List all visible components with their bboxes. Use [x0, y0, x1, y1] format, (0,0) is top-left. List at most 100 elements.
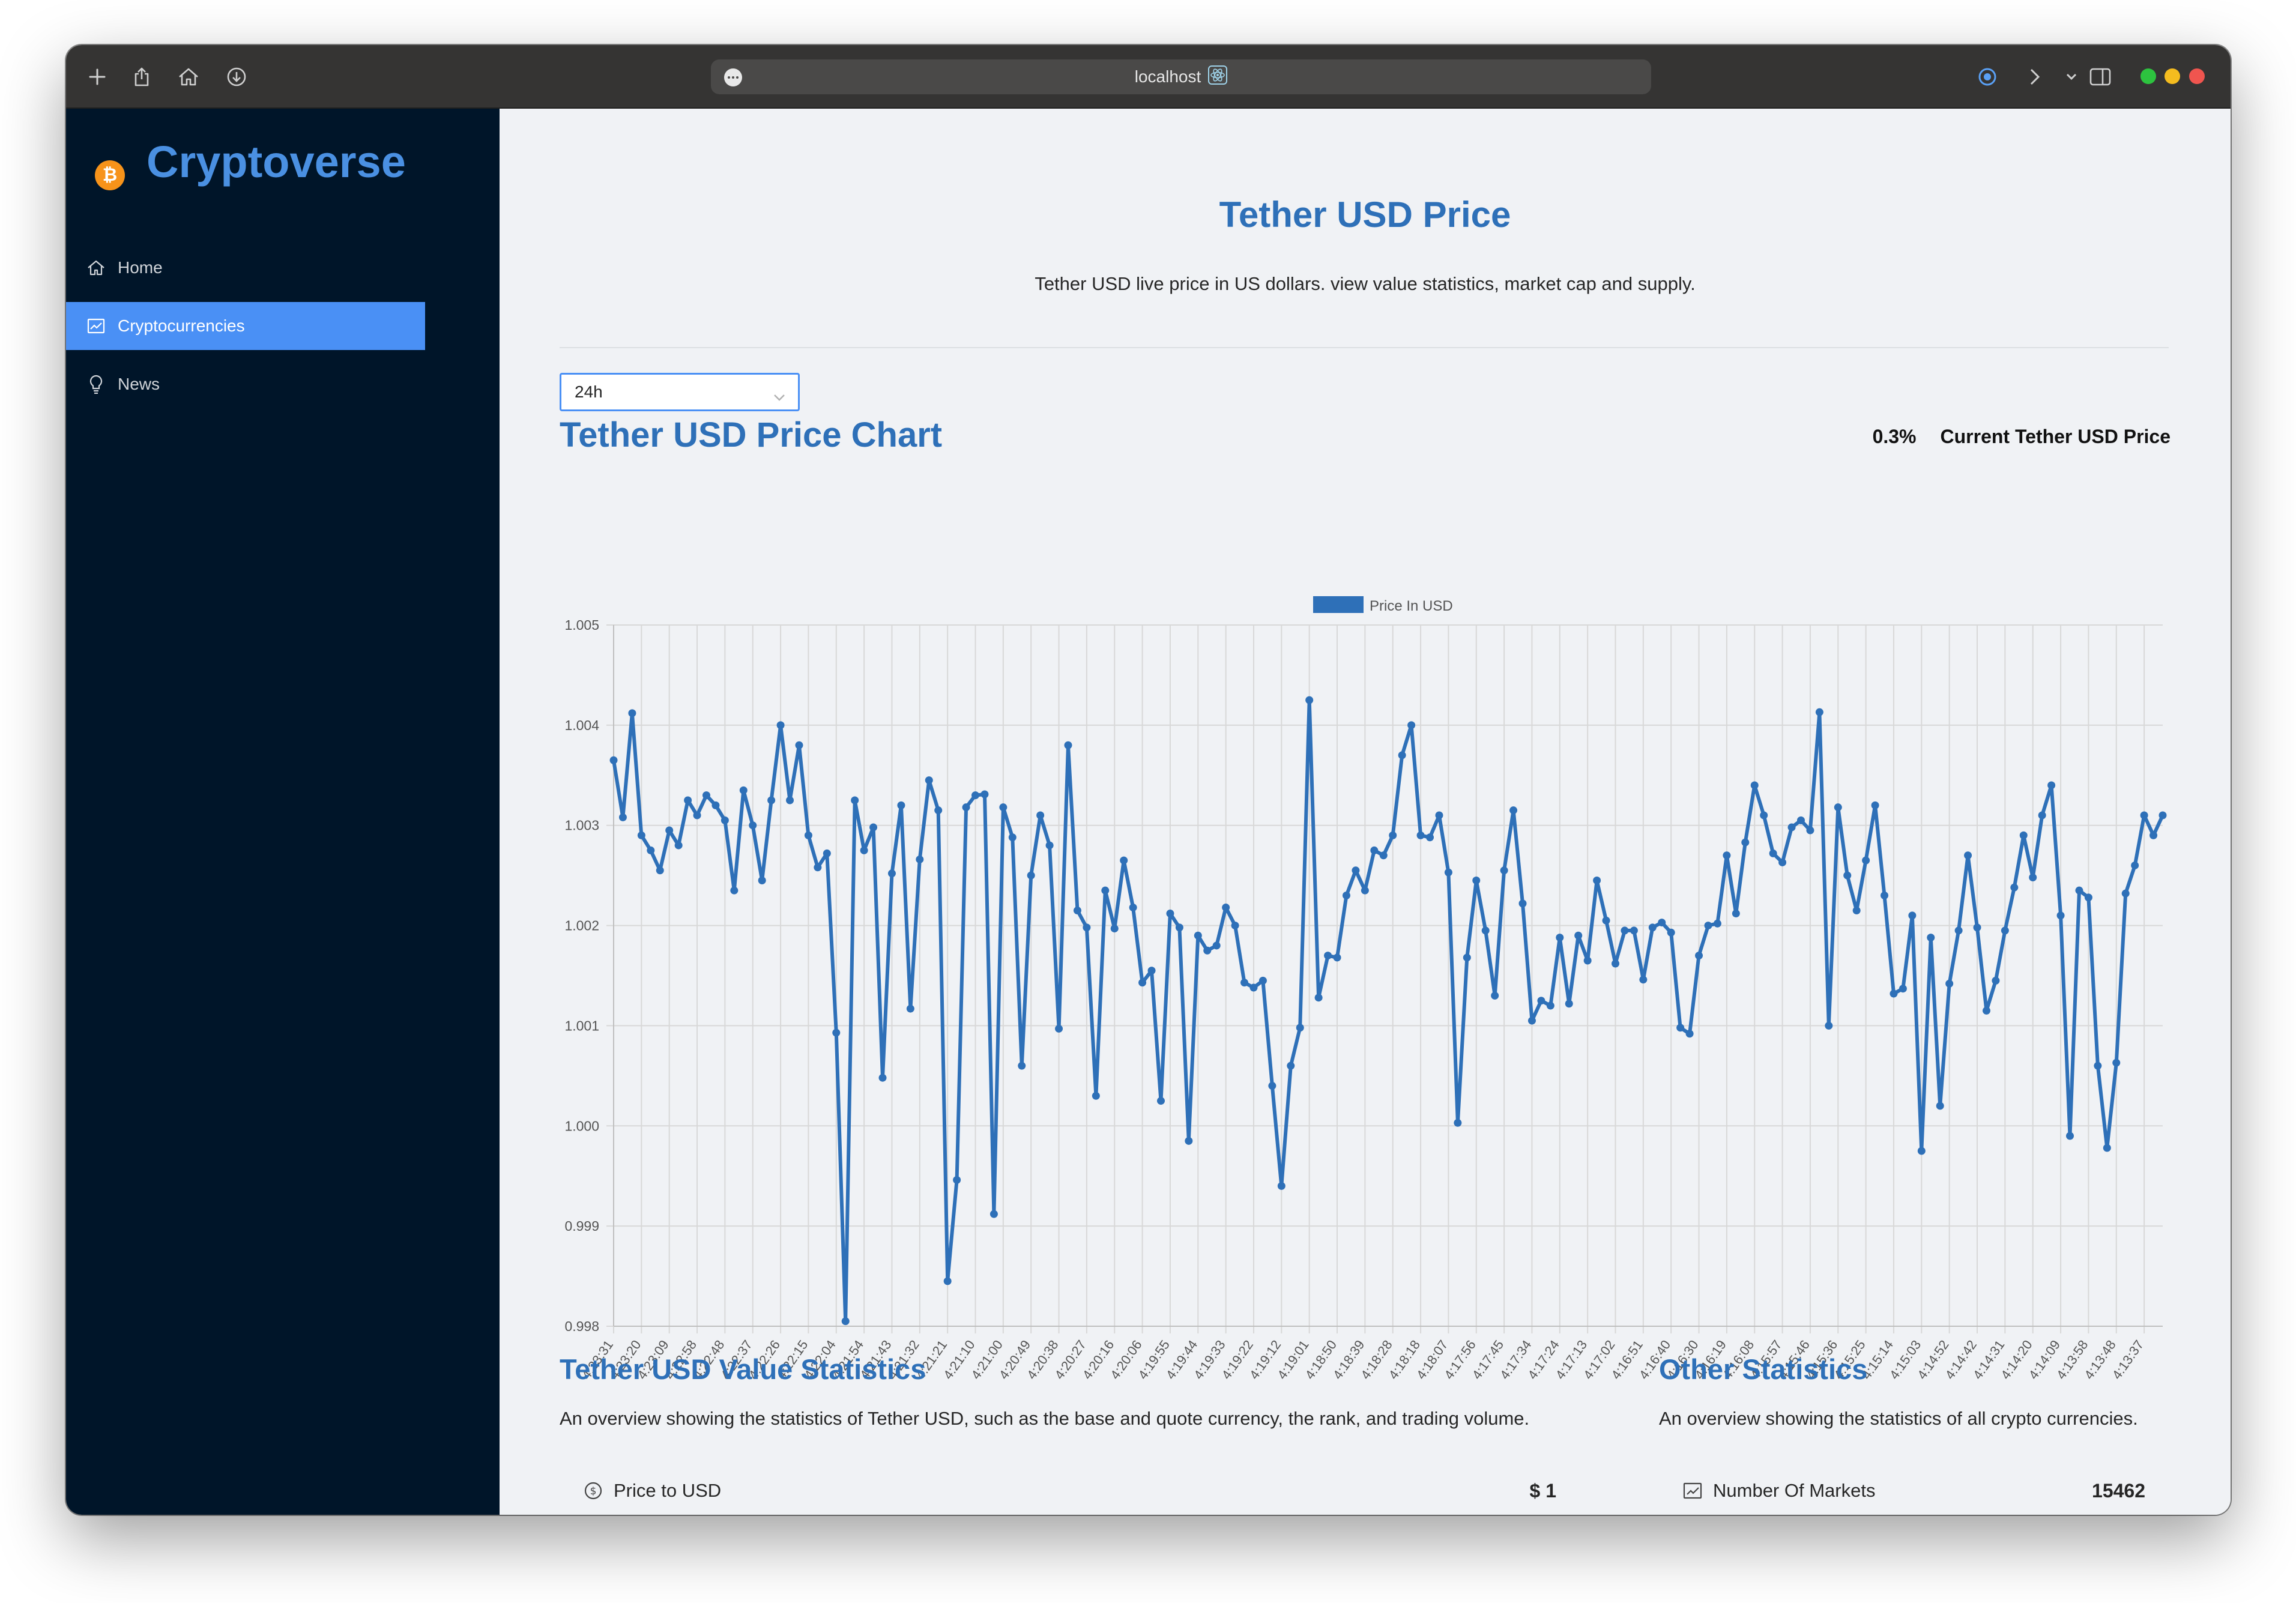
data-point — [665, 826, 674, 835]
data-point — [1732, 910, 1740, 918]
dollar-circle-icon: $ — [584, 1481, 603, 1500]
page-title: Tether USD Price — [1219, 195, 1511, 235]
data-point — [2038, 811, 2046, 820]
price-chart: Price In USD 1.005 1.004 1.003 1.002 1.001 1.0… — [564, 596, 2167, 1382]
browser-toolbar: localhost — [66, 45, 2231, 109]
data-point — [2066, 1132, 2074, 1140]
data-point — [1389, 831, 1397, 839]
data-point — [934, 806, 943, 815]
data-point — [618, 813, 627, 821]
data-point — [1862, 856, 1870, 865]
bulb-icon — [84, 375, 108, 394]
data-point — [1778, 858, 1787, 866]
page-subtitle: Tether USD live price in US dollars. vie… — [1035, 273, 1696, 294]
legend-swatch — [1313, 596, 1364, 613]
page-menu-icon[interactable] — [724, 68, 742, 86]
current-price-label: Current Tether USD Price — [1940, 426, 2171, 447]
data-point — [2140, 811, 2148, 820]
data-point — [711, 801, 720, 809]
timeperiod-select[interactable]: 24h — [560, 373, 800, 411]
extension-icon[interactable] — [1973, 62, 2002, 91]
data-point — [1908, 911, 1917, 920]
data-point — [1843, 871, 1852, 880]
data-point — [1871, 801, 1879, 809]
data-point — [1008, 833, 1017, 842]
data-point — [1704, 922, 1712, 930]
minimize-button[interactable] — [2165, 68, 2180, 84]
data-point — [2094, 1061, 2102, 1070]
data-point — [1658, 919, 1666, 927]
data-point — [1463, 953, 1471, 962]
data-point — [1194, 931, 1202, 940]
data-point — [1324, 952, 1332, 960]
address-bar[interactable]: localhost — [711, 59, 1651, 94]
data-point — [1110, 925, 1119, 933]
data-point — [1500, 866, 1508, 875]
data-point — [1147, 967, 1156, 975]
data-point — [953, 1176, 961, 1184]
data-point — [869, 823, 878, 832]
data-point — [1982, 1006, 1990, 1015]
data-point — [1175, 923, 1183, 932]
data-point — [1398, 751, 1406, 759]
forward-icon[interactable] — [2020, 62, 2049, 91]
data-point — [1129, 904, 1137, 912]
data-point — [684, 796, 692, 805]
maximize-button[interactable] — [2140, 68, 2156, 84]
close-button[interactable] — [2189, 68, 2205, 84]
data-point — [1287, 1061, 1295, 1070]
data-point — [1750, 781, 1759, 789]
data-point — [1435, 811, 1443, 820]
data-point — [2159, 811, 2167, 820]
data-point — [1361, 886, 1369, 895]
data-point — [1825, 1021, 1833, 1030]
data-point — [1138, 979, 1147, 987]
data-point — [1890, 989, 1898, 998]
sidebar-item-home[interactable]: Home — [66, 244, 425, 292]
data-point — [2131, 861, 2139, 869]
data-point — [647, 846, 655, 854]
chevron-down-icon[interactable] — [2057, 62, 2086, 91]
y-tick-label: 1.004 — [564, 717, 599, 733]
data-point — [1565, 1000, 1573, 1008]
data-point — [1305, 696, 1314, 704]
data-point — [1426, 833, 1434, 842]
data-point — [1416, 831, 1425, 839]
other-stats-title: Other Statistics — [1659, 1353, 1868, 1385]
sidebar-item-label: Home — [118, 258, 163, 277]
home-icon — [84, 259, 108, 276]
data-point — [2149, 831, 2158, 839]
share-icon[interactable] — [127, 62, 156, 91]
data-point — [1556, 934, 1564, 942]
data-point — [1509, 806, 1518, 815]
data-point — [786, 796, 794, 805]
data-point — [739, 786, 748, 794]
data-point — [2047, 781, 2056, 789]
data-point — [1231, 922, 1239, 930]
app-title[interactable]: Cryptoverse — [147, 136, 406, 187]
home-icon[interactable] — [174, 62, 203, 91]
data-point — [1314, 994, 1323, 1002]
y-tick-label: 1.002 — [564, 918, 599, 934]
data-point — [1917, 1147, 1926, 1155]
chart-header-stats: 0.3% Current Tether USD Price — [1873, 426, 2171, 448]
react-devtools-icon — [1208, 65, 1228, 89]
data-point — [1045, 841, 1054, 850]
sidebar-item-news[interactable]: News — [66, 360, 425, 408]
data-point — [1249, 983, 1258, 992]
download-icon[interactable] — [222, 62, 251, 91]
data-point — [1342, 892, 1350, 900]
data-point — [1101, 886, 1110, 895]
data-point — [1992, 976, 2000, 985]
data-point — [1769, 849, 1777, 857]
sidebar-toggle-icon[interactable] — [2086, 62, 2115, 91]
data-point — [1648, 923, 1657, 932]
data-point — [1527, 1016, 1536, 1025]
fund-icon — [84, 318, 108, 334]
stat-label: Number Of Markets — [1713, 1480, 1876, 1501]
select-value: 24h — [575, 382, 603, 401]
data-point — [1834, 803, 1842, 812]
sidebar-item-cryptocurrencies[interactable]: Cryptocurrencies — [66, 302, 425, 350]
data-point — [925, 776, 933, 785]
new-tab-icon[interactable] — [83, 62, 112, 91]
